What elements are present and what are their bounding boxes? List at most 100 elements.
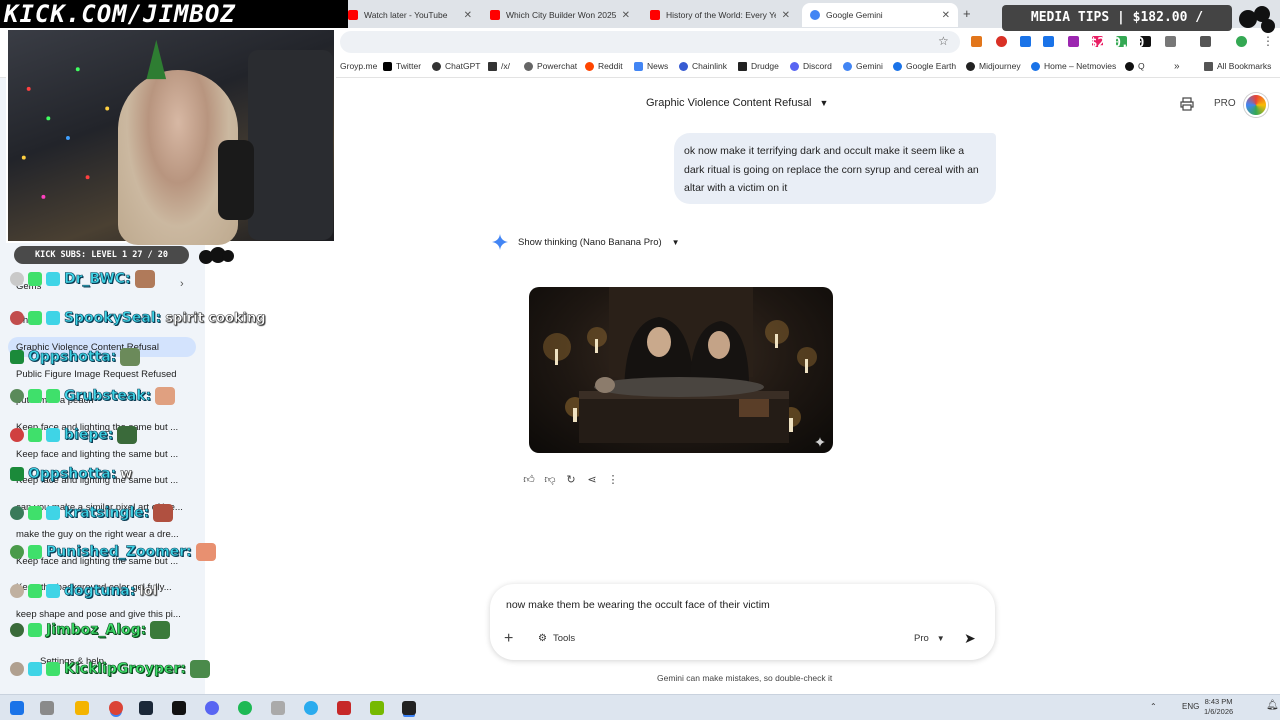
- bookmark-google-earth[interactable]: Google Earth: [893, 61, 956, 71]
- close-tab-icon[interactable]: ✕: [622, 10, 630, 21]
- sidebar-chat-item[interactable]: Keep face and lighting the same but ...: [16, 449, 188, 460]
- clock-date: 1/6/2026: [1204, 707, 1234, 716]
- extension-icon[interactable]: [1068, 36, 1079, 47]
- menu-kebab-icon[interactable]: ⋮: [1262, 34, 1274, 48]
- tab-label: Which City Builder Won 2025?: [506, 10, 616, 20]
- bookmark-chatgpt[interactable]: ChatGPT: [432, 61, 480, 71]
- earth-icon: [893, 61, 902, 71]
- regenerate-icon[interactable]: ↻: [564, 472, 578, 486]
- gemini-icon: [843, 61, 852, 71]
- all-bookmarks[interactable]: All Bookmarks: [1204, 61, 1271, 71]
- bookmark-label: Powerchat: [537, 61, 578, 71]
- tab-label: History of the World: Every Yea: [666, 10, 776, 20]
- bookmark-label: Gemini: [856, 61, 883, 71]
- bookmark-x-board[interactable]: /x/: [488, 61, 510, 71]
- tab-gemini[interactable]: Google Gemini ✕: [802, 3, 958, 27]
- bookmark-label: Discord: [803, 61, 832, 71]
- netmovies-icon: [1031, 61, 1040, 71]
- system-clock[interactable]: 8:43 PM 1/6/2026: [1204, 697, 1233, 717]
- new-tab-icon[interactable]: +: [963, 6, 971, 21]
- bookmark-q[interactable]: Q: [1125, 61, 1145, 71]
- tools-button[interactable]: ⚙ Tools: [538, 633, 575, 644]
- bookmark-gemini[interactable]: Gemini: [843, 61, 883, 71]
- bookmark-midjourney[interactable]: Midjourney: [966, 61, 1021, 71]
- sidebar-chat-item[interactable]: make the guy on the right wear a dre...: [16, 529, 188, 540]
- telegram-icon[interactable]: [304, 701, 318, 715]
- share-icon[interactable]: ⋖: [585, 472, 599, 486]
- tab-label: Watch later - YouTube: [364, 10, 448, 20]
- close-tab-icon[interactable]: ✕: [782, 10, 790, 21]
- chrome-icon[interactable]: [109, 701, 123, 715]
- bookmark-label: Reddit: [598, 61, 623, 71]
- tray-chevron-icon[interactable]: ⌃: [1150, 702, 1157, 711]
- folder-icon: [1204, 61, 1213, 71]
- notification-bell-icon[interactable]: 🔔︎: [1266, 700, 1279, 711]
- close-tab-icon[interactable]: ✕: [942, 10, 950, 21]
- thumbs-down-icon[interactable]: 👎︎: [543, 472, 557, 486]
- profile-icon[interactable]: [1236, 36, 1247, 47]
- add-attachment-icon[interactable]: +: [504, 630, 513, 648]
- bookmark-chainlink[interactable]: Chainlink: [679, 61, 727, 71]
- tab-history-world[interactable]: History of the World: Every Yea ✕: [642, 3, 798, 27]
- model-selector[interactable]: Pro ▼: [914, 633, 945, 644]
- tab-watch-later[interactable]: Watch later - YouTube ✕: [340, 3, 480, 27]
- windows-start-icon[interactable]: [10, 701, 24, 715]
- bookmark-reddit[interactable]: Reddit: [585, 61, 623, 71]
- metamask-icon[interactable]: [971, 36, 982, 47]
- emote-icon: [190, 660, 211, 678]
- thumbs-up-icon[interactable]: 👍︎: [522, 472, 536, 486]
- bookmark-powerchat[interactable]: Powerchat: [524, 61, 577, 71]
- file-explorer-icon[interactable]: [75, 701, 89, 715]
- chat-message: Jimboz_Alog:: [10, 619, 171, 641]
- steam-icon[interactable]: [139, 701, 153, 715]
- prompt-input-box[interactable]: now make them be wearing the occult face…: [490, 584, 995, 660]
- bookmark-drudge[interactable]: Drudge: [738, 61, 779, 71]
- print-icon[interactable]: [1180, 97, 1194, 111]
- media-tips-bar: MEDIA TIPS | $182.00 / $200.00: [1002, 5, 1232, 51]
- bookmark-label: Google Earth: [906, 61, 957, 71]
- show-thinking-toggle[interactable]: Show thinking (Nano Banana Pro) ▼: [492, 234, 680, 250]
- more-options-icon[interactable]: ⋮: [606, 472, 620, 486]
- bookmark-twitter[interactable]: Twitter: [383, 61, 421, 71]
- address-bar[interactable]: [340, 31, 960, 53]
- chat-message: SpookySeal: spirit cooking: [10, 307, 266, 329]
- bookmark-news[interactable]: News: [634, 61, 668, 71]
- close-tab-icon[interactable]: ✕: [464, 10, 472, 21]
- extension-icon[interactable]: [1020, 36, 1031, 47]
- spotify-icon[interactable]: [238, 701, 252, 715]
- bookmark-star-icon[interactable]: ☆: [938, 34, 949, 48]
- extension-icon[interactable]: [996, 36, 1007, 47]
- sidebar-chat-item[interactable]: Public Figure Image Request Refused: [16, 369, 188, 380]
- task-view-icon[interactable]: [40, 701, 54, 715]
- tab-city-builder[interactable]: Which City Builder Won 2025? ✕: [482, 3, 638, 27]
- sub-badge-icon: [28, 545, 42, 559]
- sub-badge-icon: [28, 623, 42, 637]
- discord-icon[interactable]: [205, 701, 219, 715]
- bookmark-discord[interactable]: Discord: [790, 61, 832, 71]
- chat-message: kratsingle:: [10, 502, 174, 524]
- language-indicator[interactable]: ENG: [1182, 702, 1199, 711]
- chat-text: lol: [139, 583, 158, 599]
- terminal-icon[interactable]: [172, 701, 186, 715]
- kick-badge-icon: [10, 350, 24, 364]
- bookmark-label: Chainlink: [692, 61, 727, 71]
- obs-icon[interactable]: [402, 701, 416, 715]
- prompt-input[interactable]: now make them be wearing the occult face…: [506, 599, 770, 611]
- extensions-puzzle-icon[interactable]: [1165, 36, 1176, 47]
- conversation-title[interactable]: Graphic Violence Content Refusal ▼: [646, 97, 828, 109]
- bookmark-netmovies[interactable]: Home – Netmovies: [1031, 61, 1116, 71]
- sidepanel-icon[interactable]: [1200, 36, 1211, 47]
- avatar[interactable]: [1244, 93, 1268, 117]
- generated-image[interactable]: [529, 287, 833, 453]
- bookmark-groyp[interactable]: Groyp.me: [340, 61, 377, 71]
- user-badge-icon: [10, 311, 24, 325]
- app-icon[interactable]: [337, 701, 351, 715]
- youtube-icon: [348, 10, 358, 20]
- nvidia-icon[interactable]: [370, 701, 384, 715]
- bookmarks-overflow-icon[interactable]: »: [1174, 61, 1180, 72]
- extension-icon[interactable]: [1043, 36, 1054, 47]
- send-icon[interactable]: ➤: [964, 630, 976, 647]
- chat-username: biepe:: [64, 427, 114, 444]
- kick-mascot-icon: [199, 247, 234, 264]
- app-icon[interactable]: [271, 701, 285, 715]
